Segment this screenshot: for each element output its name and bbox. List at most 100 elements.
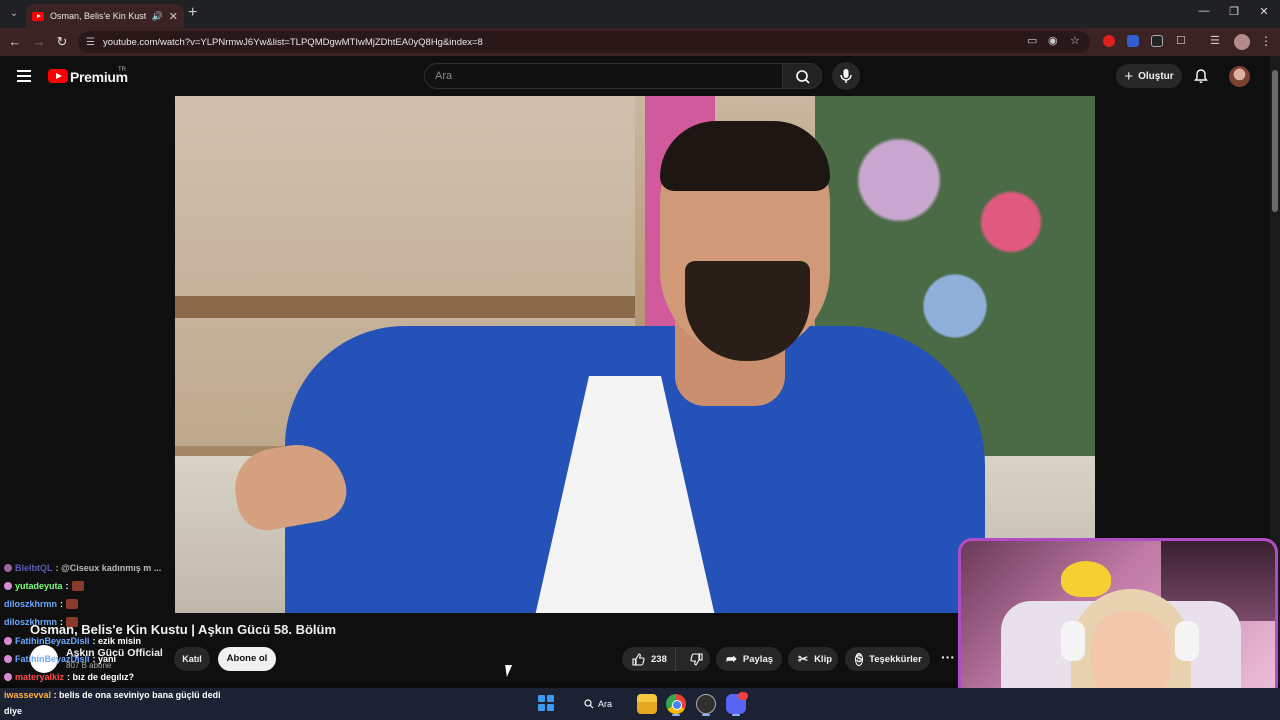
clip-button[interactable]: ✂ Klip <box>788 647 838 671</box>
tab-youtube-video[interactable]: Osman, Belis'e Kin Kustu | A 🔊 ✕ <box>26 4 184 28</box>
like-count: 238 <box>651 653 667 665</box>
chat-username: diloszkhrmn <box>4 599 58 609</box>
join-button[interactable]: Katıl <box>174 647 210 671</box>
tab-strip: ⌄ Osman, Belis'e Kin Kustu | A 🔊 ✕ + — ❐… <box>0 0 1280 28</box>
dislike-button[interactable] <box>682 647 710 671</box>
chat-badge-icon <box>4 564 12 572</box>
extensions-puzzle-icon[interactable]: ☐ <box>1176 34 1186 47</box>
chat-line: BlelbtQL : @Ciseux kadınmış m ... <box>4 563 161 573</box>
reload-icon[interactable]: ↻ <box>54 34 70 50</box>
hamburger-menu-icon[interactable] <box>17 70 31 82</box>
chat-line: diloszkhrmn : <box>4 599 79 609</box>
file-explorer-icon[interactable] <box>637 694 657 714</box>
create-button[interactable]: + Oluştur <box>1116 64 1182 88</box>
windows-start-icon[interactable] <box>538 695 554 711</box>
video-person-hair <box>660 121 830 191</box>
obs-icon[interactable] <box>696 694 716 714</box>
extension-record-icon[interactable] <box>1103 35 1115 47</box>
video-player[interactable] <box>175 96 1095 613</box>
chat-username: BlelbtQL <box>15 563 53 573</box>
chat-line: iwassevval : belis de ona seviniyo bana … <box>4 690 221 700</box>
search-icon <box>584 699 594 709</box>
share-label: Paylaş <box>742 653 774 665</box>
chat-emote-icon <box>66 599 79 609</box>
chat-username: iwassevval <box>4 690 52 700</box>
chat-username: materyalkiz <box>15 672 65 682</box>
chrome-icon[interactable] <box>666 694 686 714</box>
chat-emote-icon <box>71 581 84 591</box>
chat-username: FatihinBeyazDisli <box>15 636 90 646</box>
create-label: Oluştur <box>1138 70 1174 82</box>
profile-avatar[interactable] <box>1234 34 1250 50</box>
chat-badge-icon <box>4 673 12 681</box>
chat-badge-icon <box>4 582 12 590</box>
search-button[interactable] <box>782 63 822 89</box>
thanks-button[interactable]: $ Teşekkürler <box>845 647 930 671</box>
chat-message: : yani <box>92 654 117 664</box>
youtube-header: Premium TR Ara + Oluştur <box>0 56 1270 96</box>
address-bar[interactable]: ☰ youtube.com/watch?v=YLPNrmwJ6Yw&list=T… <box>78 31 1090 53</box>
new-tab-button[interactable]: + <box>188 4 197 22</box>
taskbar-search-label: Ara <box>598 699 613 709</box>
notifications-bell-icon[interactable] <box>1193 68 1209 89</box>
speaker-icon[interactable]: 🔊 <box>152 11 163 22</box>
share-arrow-icon: ➦ <box>726 651 737 666</box>
voice-search-button[interactable] <box>832 62 860 90</box>
webcam-plush-toy <box>1061 561 1111 597</box>
like-button[interactable]: 238 <box>622 647 677 671</box>
clip-label: Klip <box>814 653 833 665</box>
active-app-indicator <box>672 714 680 716</box>
extension-dark-icon[interactable] <box>1151 35 1163 47</box>
tab-search-chevron-icon[interactable]: ⌄ <box>5 6 23 22</box>
plus-icon: + <box>1124 67 1134 85</box>
hide-eye-icon[interactable]: ◉ <box>1048 34 1058 47</box>
share-button[interactable]: ➦ Paylaş <box>716 647 782 671</box>
youtube-logo-icon[interactable] <box>48 69 68 83</box>
account-avatar[interactable] <box>1229 66 1250 87</box>
site-info-icon[interactable]: ☰ <box>86 37 95 48</box>
extension-audio-icon[interactable] <box>1127 35 1139 47</box>
subscribe-button[interactable]: Abone ol <box>218 647 276 671</box>
scrollbar-thumb[interactable] <box>1272 70 1278 212</box>
search-input[interactable]: Ara <box>424 63 782 89</box>
minimize-icon[interactable]: — <box>1194 5 1214 17</box>
mouse-cursor-icon <box>505 665 514 677</box>
youtube-favicon-icon <box>32 11 44 21</box>
microphone-icon <box>840 69 852 83</box>
chat-badge-icon <box>4 655 12 663</box>
chat-line: FatihinBeyazDisli : yani <box>4 654 116 664</box>
more-actions-button[interactable]: ··· <box>936 647 960 671</box>
window-close-icon[interactable]: ✕ <box>1254 5 1274 18</box>
chrome-menu-icon[interactable]: ⋮ <box>1260 34 1272 48</box>
thanks-label: Teşekkürler <box>869 653 922 665</box>
bookmark-star-icon[interactable]: ☆ <box>1070 34 1080 47</box>
url-text: youtube.com/watch?v=YLPNrmwJ6Yw&list=TLP… <box>102 36 483 48</box>
taskbar-search[interactable]: Ara <box>578 694 628 714</box>
active-app-indicator <box>702 714 710 716</box>
close-tab-icon[interactable]: ✕ <box>169 10 178 23</box>
chat-message-continued: diye <box>4 706 23 716</box>
thumbs-down-icon <box>690 652 703 666</box>
chat-message: : @Ciseux kadınmış m ... <box>55 563 162 573</box>
like-dislike-group: 238 <box>622 647 710 671</box>
install-app-icon[interactable]: ▭ <box>1027 34 1037 47</box>
chat-username: yutadeyuta <box>15 581 63 591</box>
back-arrow-icon[interactable]: ← <box>7 34 23 49</box>
chat-line: yutadeyuta : <box>4 581 84 591</box>
thumbs-up-icon <box>632 652 645 666</box>
forward-arrow-icon[interactable]: → <box>31 34 47 49</box>
region-code: TR <box>118 67 126 73</box>
chat-message: : belis de ona seviniyo bana güçlü dedi <box>53 690 221 700</box>
chat-line: FatihinBeyazDisli : ezik misin <box>4 636 141 646</box>
chat-message: : bız de degılız? <box>67 672 135 682</box>
video-title: Osman, Belis'e Kin Kustu | Aşkın Gücü 58… <box>30 622 337 637</box>
webcam-headphone-left <box>1061 621 1085 661</box>
restore-icon[interactable]: ❐ <box>1224 5 1244 18</box>
chat-badge-icon <box>4 637 12 645</box>
media-controls-icon[interactable]: ☰ <box>1210 34 1220 47</box>
chat-message: : <box>65 581 69 591</box>
chat-line: materyalkiz : bız de degılız? <box>4 672 134 682</box>
video-background-shelf <box>175 296 635 318</box>
tab-title: Osman, Belis'e Kin Kustu | A <box>50 11 146 21</box>
chat-message: : ezik misin <box>92 636 142 646</box>
